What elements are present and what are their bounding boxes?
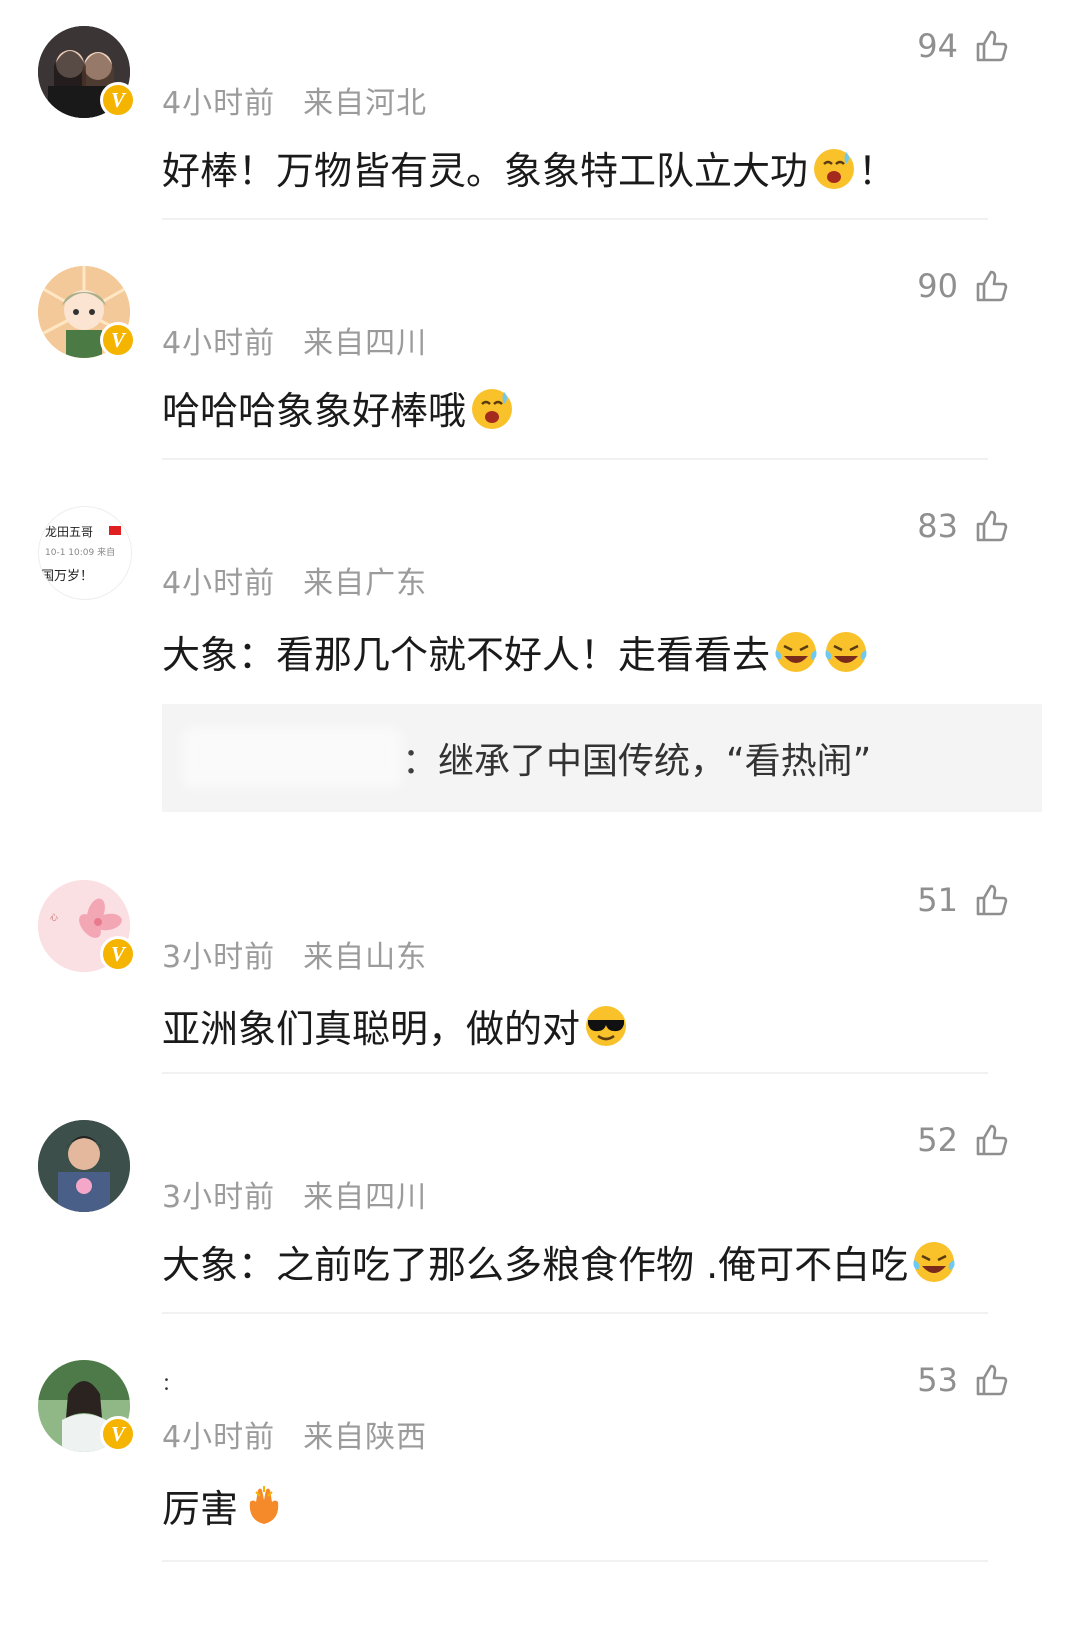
verified-badge: V xyxy=(100,322,136,358)
verified-badge: V xyxy=(100,1416,136,1452)
divider xyxy=(162,1560,988,1562)
like-count: 52 xyxy=(917,1121,958,1159)
comment-text: 厉害 xyxy=(162,1478,288,1533)
avatar-text-line2: 10-1 10:09 来自 xyxy=(45,548,116,558)
comment-text-body: 大象：之前吃了那么多粮食作物 .俺可不白吃 xyxy=(162,1243,909,1287)
like-button[interactable]: 53 xyxy=(917,1360,1010,1400)
comment-time: 4小时前 xyxy=(162,1420,276,1455)
thumbs-up-icon xyxy=(976,1364,1008,1396)
reply-text: ：继承了中国传统，“看热闹” xyxy=(402,741,872,782)
comment-text: 大象：看那几个就不好人！走看看去 xyxy=(162,624,870,679)
like-button[interactable]: 51 xyxy=(917,880,1010,920)
thumbs-up-icon xyxy=(976,510,1008,542)
comment-text-body: 厉害 xyxy=(162,1487,239,1531)
like-button[interactable]: 90 xyxy=(917,266,1010,306)
avatar-text-line1: 龙田五哥 xyxy=(45,525,94,539)
like-button[interactable]: 94 xyxy=(917,26,1010,66)
comment-text-body: 哈哈哈象象好棒哦 xyxy=(162,389,467,433)
hot-face-emoji-icon xyxy=(810,144,858,192)
avatar[interactable] xyxy=(38,1120,130,1212)
divider xyxy=(162,218,988,220)
like-button[interactable]: 83 xyxy=(917,506,1010,546)
comment-location: 来自河北 xyxy=(303,86,428,121)
divider xyxy=(162,1072,988,1074)
comment-location: 来自四川 xyxy=(303,326,428,361)
comment-text: 大象：之前吃了那么多粮食作物 .俺可不白吃 xyxy=(162,1234,958,1289)
svg-text:心: 心 xyxy=(50,913,58,922)
clapping-hands-emoji-icon xyxy=(240,1482,288,1530)
person-with-lotus-avatar-icon xyxy=(38,1120,130,1212)
comment-meta: 4小时前 来自四川 xyxy=(162,318,427,362)
comment-text-suffix: ！ xyxy=(858,149,897,193)
flag-icon xyxy=(109,526,121,535)
avatar-text-line3: 国万岁！ xyxy=(41,569,94,584)
like-count: 53 xyxy=(917,1361,958,1399)
reply-preview[interactable]: ：继承了中国传统，“看热闹” xyxy=(162,704,1042,812)
thumbs-up-icon xyxy=(976,270,1008,302)
laughing-crying-emoji-icon xyxy=(772,628,820,676)
comment-time: 3小时前 xyxy=(162,1180,276,1215)
comment-location: 来自四川 xyxy=(303,1180,428,1215)
divider xyxy=(162,458,988,460)
comment-location: 来自广东 xyxy=(303,566,428,601)
comment-text: 好棒！万物皆有灵。象象特工队立大功 ！ xyxy=(162,140,896,195)
like-count: 83 xyxy=(917,507,958,545)
username[interactable]: ： xyxy=(162,1370,180,1396)
avatar[interactable]: 龙田五哥 10-1 10:09 来自 国万岁！ xyxy=(38,506,132,600)
comment-time: 3小时前 xyxy=(162,940,276,975)
divider xyxy=(162,1312,988,1314)
comment-time: 4小时前 xyxy=(162,326,276,361)
comment-location: 来自山东 xyxy=(303,940,428,975)
comment-meta: 4小时前 来自陕西 xyxy=(162,1412,427,1456)
comment-text-body: 大象：看那几个就不好人！走看看去 xyxy=(162,633,771,677)
laughing-crying-emoji-icon xyxy=(910,1238,958,1286)
like-count: 94 xyxy=(917,27,958,65)
laughing-crying-emoji-icon xyxy=(822,628,870,676)
thumbs-up-icon xyxy=(976,30,1008,62)
comment-location: 来自陕西 xyxy=(303,1420,428,1455)
comment-text-body: 好棒！万物皆有灵。象象特工队立大功 xyxy=(162,149,809,193)
thumbs-up-icon xyxy=(976,1124,1008,1156)
like-count: 51 xyxy=(917,881,958,919)
like-count: 90 xyxy=(917,267,958,305)
like-button[interactable]: 52 xyxy=(917,1120,1010,1160)
hot-face-emoji-icon xyxy=(468,384,516,432)
comment-meta: 3小时前 来自山东 xyxy=(162,932,427,976)
comment-text-body: 亚洲象们真聪明，做的对 xyxy=(162,1007,581,1051)
comment-meta: 4小时前 来自广东 xyxy=(162,558,427,602)
verified-badge: V xyxy=(100,82,136,118)
comment-text: 亚洲象们真聪明，做的对 xyxy=(162,998,630,1053)
comment-meta: 3小时前 来自四川 xyxy=(162,1172,427,1216)
sunglasses-emoji-icon xyxy=(582,1002,630,1050)
verified-badge: V xyxy=(100,936,136,972)
comment-time: 4小时前 xyxy=(162,566,276,601)
reply-username-blurred xyxy=(182,728,402,788)
comment-text: 哈哈哈象象好棒哦 xyxy=(162,380,516,435)
thumbs-up-icon xyxy=(976,884,1008,916)
comment-meta: 4小时前 来自河北 xyxy=(162,78,427,122)
comment-time: 4小时前 xyxy=(162,86,276,121)
